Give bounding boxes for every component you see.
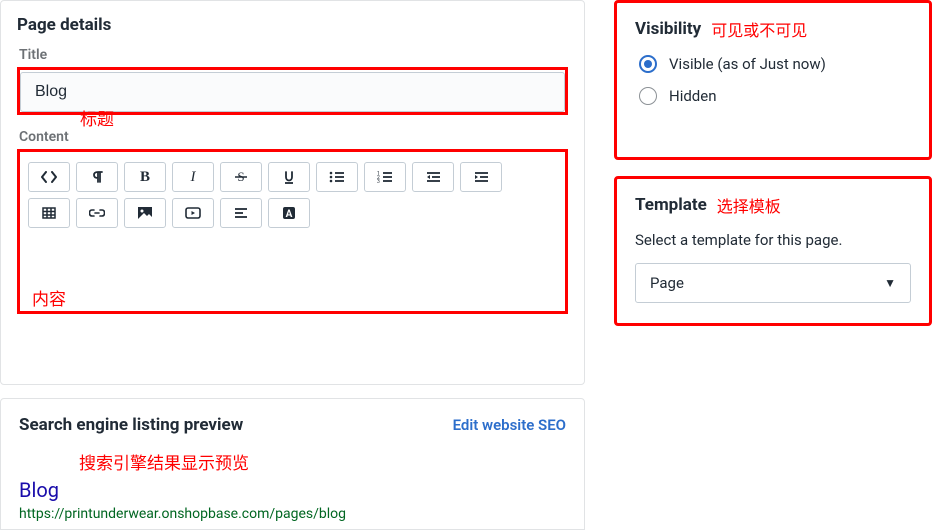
svg-text:A: A: [286, 209, 293, 220]
code-view-icon[interactable]: [28, 162, 70, 192]
visibility-head: Visibility 可见或不可见: [635, 17, 911, 41]
template-head: Template 选择模板: [635, 193, 911, 217]
radio-unselected-icon: [639, 87, 657, 105]
visibility-heading: Visibility: [635, 19, 701, 39]
strikethrough-icon[interactable]: S: [220, 162, 262, 192]
underline-icon[interactable]: [268, 162, 310, 192]
template-select-value: Page: [650, 274, 684, 292]
link-icon[interactable]: [76, 198, 118, 228]
editor-toolbar: B I S 123: [28, 162, 548, 228]
seo-preview-card: Search engine listing preview Edit websi…: [0, 398, 585, 530]
text-color-icon[interactable]: A: [268, 198, 310, 228]
page-title-input[interactable]: [20, 72, 565, 112]
content-label: Content: [19, 129, 568, 145]
visibility-annotation: 可见或不可见: [711, 17, 807, 41]
title-input-highlight: [17, 67, 568, 115]
numbered-list-icon[interactable]: 123: [364, 162, 406, 192]
template-description: Select a template for this page.: [635, 231, 911, 249]
visibility-card: Visibility 可见或不可见 Visible (as of Just no…: [614, 0, 932, 160]
table-icon[interactable]: [28, 198, 70, 228]
seo-head-row: Search engine listing preview Edit websi…: [19, 415, 566, 435]
page-details-card: Page details Title Content B I S: [0, 0, 585, 385]
paragraph-icon[interactable]: [76, 162, 118, 192]
seo-preview-url: https://printunderwear.onshopbase.com/pa…: [19, 506, 566, 522]
template-heading: Template: [635, 195, 707, 215]
edit-website-seo-link[interactable]: Edit website SEO: [453, 416, 566, 434]
bold-icon[interactable]: B: [124, 162, 166, 192]
seo-annotation: 搜索引擎结果显示预览: [79, 449, 566, 474]
video-icon[interactable]: [172, 198, 214, 228]
seo-heading: Search engine listing preview: [19, 415, 243, 435]
page-details-heading: Page details: [17, 15, 568, 35]
template-card: Template 选择模板 Select a template for this…: [614, 176, 932, 326]
visibility-option-visible-label: Visible (as of Just now): [669, 55, 826, 73]
visibility-option-hidden[interactable]: Hidden: [639, 87, 911, 105]
visibility-option-hidden-label: Hidden: [669, 87, 717, 105]
radio-selected-icon: [639, 55, 657, 73]
indent-icon[interactable]: [460, 162, 502, 192]
bullet-list-icon[interactable]: [316, 162, 358, 192]
outdent-icon[interactable]: [412, 162, 454, 192]
italic-icon[interactable]: I: [172, 162, 214, 192]
visibility-option-visible[interactable]: Visible (as of Just now): [639, 55, 911, 73]
seo-preview-title: Blog: [19, 478, 566, 502]
image-icon[interactable]: [124, 198, 166, 228]
svg-text:3: 3: [377, 179, 380, 183]
chevron-down-icon: ▼: [884, 276, 896, 290]
template-annotation: 选择模板: [717, 193, 781, 217]
title-label: Title: [19, 47, 568, 63]
align-icon[interactable]: [220, 198, 262, 228]
template-select[interactable]: Page ▼: [635, 263, 911, 303]
content-editor-highlight: B I S 123: [17, 149, 568, 314]
